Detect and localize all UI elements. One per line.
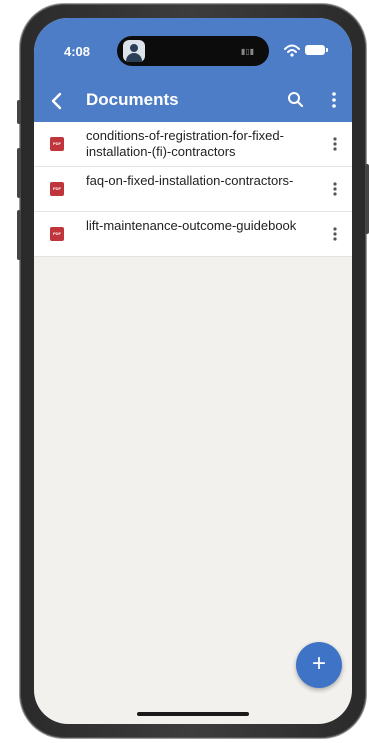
dynamic-island: ▮▯▮ <box>117 36 269 66</box>
audio-wave-icon: ▮▯▮ <box>241 47 255 56</box>
battery-icon <box>305 45 328 55</box>
search-icon[interactable] <box>284 88 308 112</box>
more-vertical-icon[interactable] <box>324 88 344 112</box>
more-vertical-icon[interactable] <box>326 132 344 156</box>
document-title: faq-on-fixed-installation-contractors- <box>86 173 294 188</box>
header: 4:08 ▮▯▮ Documents <box>34 18 352 122</box>
back-icon[interactable] <box>42 86 72 116</box>
home-indicator[interactable] <box>137 712 249 716</box>
volume-up-button <box>17 148 21 198</box>
phone-frame: 4:08 ▮▯▮ Documents PDF conditions-of-reg… <box>17 4 369 738</box>
pdf-icon: PDF <box>50 182 64 196</box>
pdf-icon: PDF <box>50 227 64 241</box>
list-item[interactable]: PDF lift-maintenance-outcome-guidebook <box>34 212 352 257</box>
add-icon: + <box>311 650 326 677</box>
status-time: 4:08 <box>64 44 91 59</box>
screen: 4:08 ▮▯▮ Documents PDF conditions-of-reg… <box>34 18 352 724</box>
pdf-icon: PDF <box>50 137 64 151</box>
more-vertical-icon[interactable] <box>326 222 344 246</box>
more-vertical-icon[interactable] <box>326 177 344 201</box>
list-item[interactable]: PDF faq-on-fixed-installation-contractor… <box>34 167 352 212</box>
document-list: PDF conditions-of-registration-for-fixed… <box>34 122 352 257</box>
add-document-button[interactable]: + <box>296 642 342 688</box>
document-title: conditions-of-registration-for-fixed-ins… <box>86 128 284 159</box>
power-button <box>365 164 369 234</box>
page-title: Documents <box>86 90 179 109</box>
wifi-icon <box>284 44 300 57</box>
volume-down-button <box>17 210 21 260</box>
action-button <box>17 100 21 124</box>
document-title: lift-maintenance-outcome-guidebook <box>86 218 297 233</box>
contact-avatar-icon <box>123 40 145 62</box>
status-icons <box>284 43 334 59</box>
list-item[interactable]: PDF conditions-of-registration-for-fixed… <box>34 122 352 167</box>
